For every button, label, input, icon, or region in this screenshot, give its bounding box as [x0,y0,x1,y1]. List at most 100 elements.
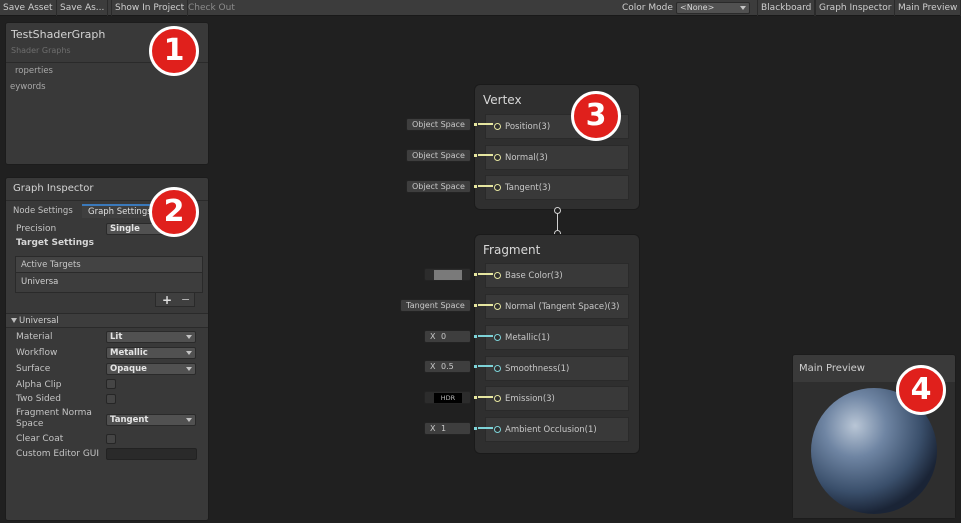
connector-dot [474,154,477,157]
base-color-swatch[interactable] [434,270,462,280]
graph-inspector-toggle[interactable]: Graph Inspector [815,0,896,16]
material-select[interactable]: Lit [106,331,196,343]
add-target-button[interactable]: + [162,293,172,307]
save-asset-button[interactable]: Save Asset [0,0,56,16]
fragment-normal-space-label-line2: Space [16,419,44,429]
alpha-clip-label: Alpha Clip [16,380,62,390]
check-out-button[interactable]: Check Out [185,0,238,16]
chevron-down-icon [186,418,192,422]
metallic-value: 0 [441,332,447,341]
tangent-space-input[interactable]: Object Space [406,180,471,193]
slot-label: Normal (Tangent Space)(3) [505,302,620,312]
foldout-arrow-icon[interactable] [11,318,17,323]
wire [478,335,493,337]
wire [478,304,493,306]
clear-coat-checkbox[interactable] [106,434,116,444]
custom-editor-gui-label: Custom Editor GUI [16,449,100,459]
input-port-icon[interactable] [494,303,501,310]
annotation-badge-1: 1 [149,26,199,76]
slot-label: Base Color(3) [505,271,563,281]
emission-hdr-swatch[interactable]: HDR [434,393,462,403]
surface-value: Opaque [110,364,147,374]
chevron-down-icon [740,6,746,10]
workflow-value: Metallic [110,348,148,358]
input-port-icon[interactable] [494,272,501,279]
main-preview-toggle[interactable]: Main Preview [894,0,961,16]
emission-field[interactable]: HDR [424,391,471,404]
fragment-slot-ambient-occlusion: Ambient Occlusion(1) [485,417,629,442]
connector-dot [474,185,477,188]
fragment-slot-smoothness: Smoothness(1) [485,356,629,381]
wire [478,185,493,187]
universal-section-header[interactable]: Universal [6,313,208,328]
connector-dot [474,365,477,368]
normal-space-input[interactable]: Object Space [406,149,471,162]
ambient-occlusion-input[interactable]: X 1 [424,422,471,435]
surface-label: Surface [16,364,51,374]
workflow-select[interactable]: Metallic [106,347,196,359]
position-space-input[interactable]: Object Space [406,118,471,131]
toolbar: Save Asset Save As... Show In Project Ch… [0,0,961,16]
active-targets-list: Active Targets Universa [15,256,203,293]
color-mode-value: <None> [680,3,715,12]
target-item[interactable]: Universa [21,277,58,287]
wire [478,154,493,156]
color-mode-label: Color Mode [622,3,673,13]
active-targets-header: Active Targets [16,257,202,273]
material-label: Material [16,332,53,342]
smoothness-value: 0.5 [441,362,454,371]
tab-node-settings[interactable]: Node Settings [13,206,73,216]
metallic-input[interactable]: X 0 [424,330,471,343]
color-mode-select[interactable]: <None> [676,2,750,14]
connector-dot [474,335,477,338]
x-label: X [430,424,436,433]
slot-label: Emission(3) [505,394,555,404]
precision-value: Single [110,224,140,234]
annotation-badge-3: 3 [571,91,621,141]
vertex-slot-normal: Normal(3) [485,145,629,170]
input-port-icon[interactable] [494,365,501,372]
two-sided-checkbox[interactable] [106,394,116,404]
show-in-project-button[interactable]: Show In Project [111,0,189,16]
connector-dot [474,273,477,276]
x-label: X [430,362,436,371]
fragment-node[interactable]: Fragment Base Color(3) Normal (Tangent S… [474,234,640,454]
smoothness-input[interactable]: X 0.5 [424,360,471,373]
two-sided-label: Two Sided [16,394,61,404]
wire [478,123,493,125]
input-port-icon[interactable] [494,334,501,341]
remove-target-button[interactable]: − [181,293,190,306]
flow-link [557,213,558,231]
target-settings-heading: Target Settings [16,238,94,248]
keywords-section[interactable]: eywords [10,82,46,92]
fragment-slot-normal: Normal (Tangent Space)(3) [485,294,629,319]
vertex-node-title: Vertex [483,93,522,107]
precision-label: Precision [16,224,57,234]
input-port-icon[interactable] [494,426,501,433]
x-label: X [430,332,436,341]
input-port-icon[interactable] [494,154,501,161]
input-port-icon[interactable] [494,123,501,130]
properties-section[interactable]: roperties [15,66,53,76]
connector-dot [474,427,477,430]
base-color-field[interactable] [424,268,471,281]
workflow-label: Workflow [16,348,58,358]
material-value: Lit [110,332,123,342]
chevron-down-icon [186,351,192,355]
custom-editor-gui-field[interactable] [106,448,197,460]
annotation-badge-4: 4 [896,365,946,415]
graph-path: Shader Graphs [11,46,71,55]
blackboard-toggle[interactable]: Blackboard [757,0,816,16]
slot-label: Normal(3) [505,153,548,163]
input-port-icon[interactable] [494,395,501,402]
inspector-title: Graph Inspector [13,183,94,194]
normal-tangent-space-input[interactable]: Tangent Space [400,299,471,312]
surface-select[interactable]: Opaque [106,363,196,375]
wire [478,365,493,367]
input-port-icon[interactable] [494,184,501,191]
alpha-clip-checkbox[interactable] [106,379,116,389]
chevron-down-icon [186,335,192,339]
wire [478,427,493,429]
fragment-normal-space-select[interactable]: Tangent [106,414,196,426]
save-as-button[interactable]: Save As... [56,0,109,16]
